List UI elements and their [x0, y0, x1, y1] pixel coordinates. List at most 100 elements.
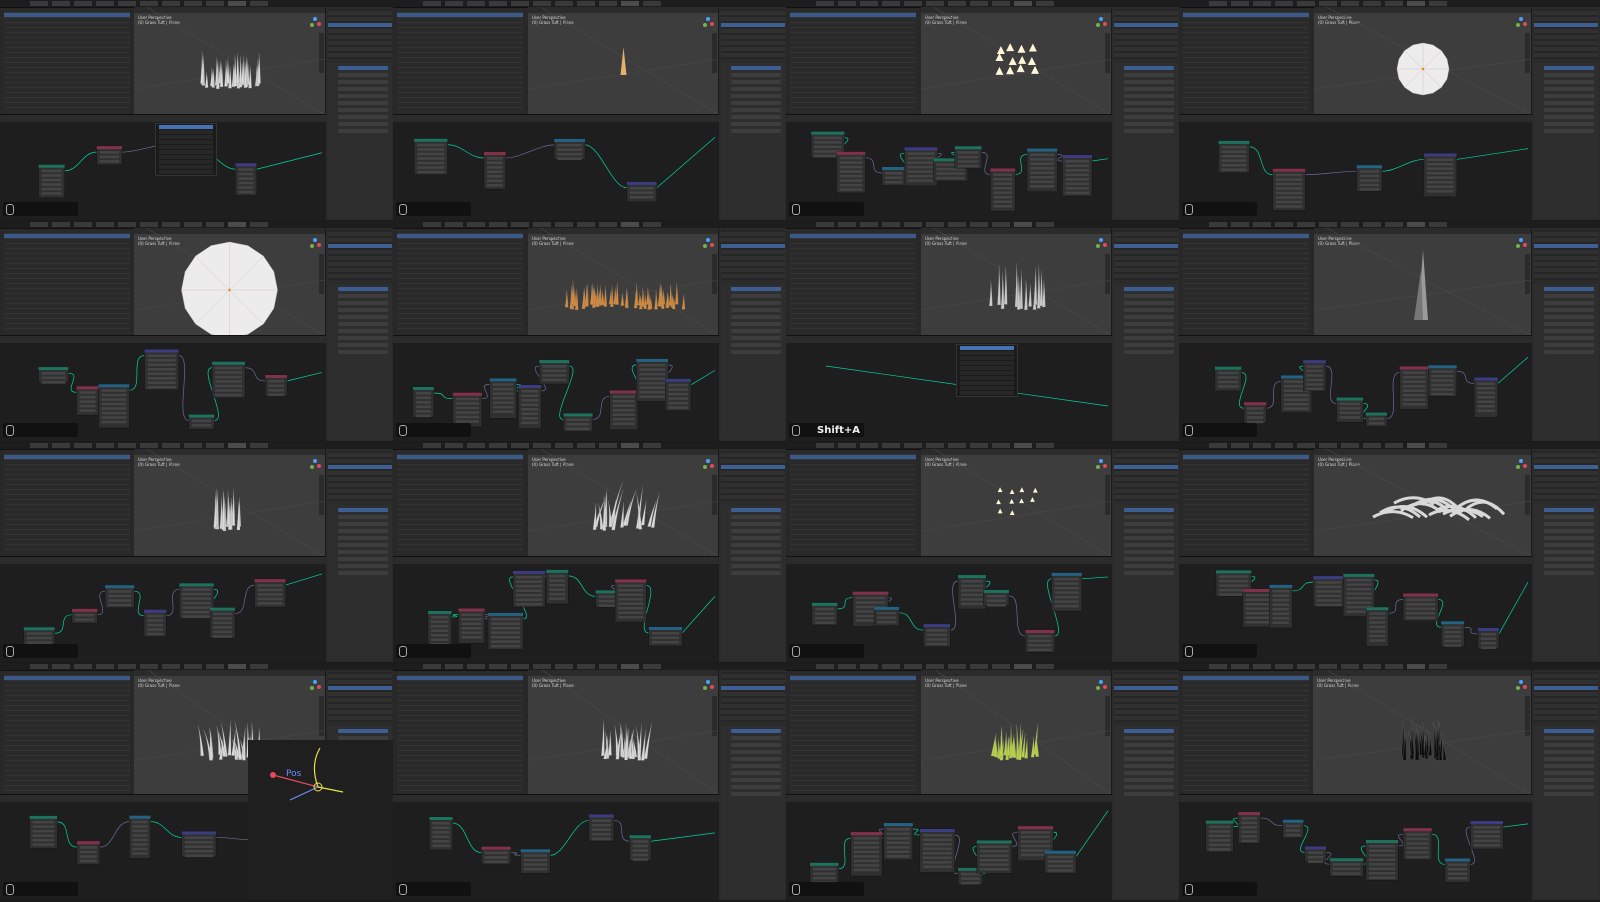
- node-socket-field[interactable]: [1444, 626, 1462, 629]
- node-header[interactable]: [648, 626, 683, 630]
- geometry-node-editor[interactable]: [1179, 794, 1532, 900]
- node-header[interactable]: [77, 841, 100, 845]
- node-header[interactable]: [427, 610, 452, 614]
- property-field[interactable]: [338, 308, 388, 312]
- node-socket-field[interactable]: [213, 617, 233, 620]
- node-socket-field[interactable]: [993, 186, 1013, 190]
- node-header[interactable]: [181, 831, 217, 835]
- node-link[interactable]: [912, 828, 920, 836]
- node-socket-field[interactable]: [1028, 635, 1052, 638]
- spreadsheet-row[interactable]: [1183, 786, 1309, 791]
- node-socket-field[interactable]: [839, 174, 863, 178]
- node[interactable]: [96, 145, 123, 165]
- node-socket-field[interactable]: [132, 834, 148, 837]
- geometry-node-editor[interactable]: [786, 556, 1112, 662]
- node-header[interactable]: [414, 138, 448, 142]
- node[interactable]: [209, 607, 236, 639]
- property-field[interactable]: [1124, 536, 1174, 540]
- property-field[interactable]: [1544, 343, 1594, 347]
- geometry-node-editor[interactable]: [393, 794, 719, 900]
- node-header[interactable]: [1329, 858, 1364, 862]
- workspace-tab[interactable]: [445, 664, 463, 669]
- workspace-tab[interactable]: [1341, 443, 1359, 448]
- node-header[interactable]: [1215, 570, 1252, 574]
- property-field[interactable]: [731, 287, 781, 291]
- outliner-item[interactable]: [328, 698, 392, 702]
- property-field[interactable]: [1124, 792, 1174, 796]
- node-socket-field[interactable]: [1480, 637, 1496, 641]
- node-socket-field[interactable]: [132, 838, 148, 842]
- node[interactable]: [76, 840, 101, 865]
- property-field[interactable]: [731, 757, 781, 761]
- node-socket-field[interactable]: [566, 422, 590, 426]
- node-socket-field[interactable]: [416, 391, 431, 395]
- node-socket-field[interactable]: [1406, 851, 1429, 854]
- node-socket-field[interactable]: [1306, 378, 1323, 382]
- node-socket-field[interactable]: [1368, 844, 1396, 848]
- outliner-item[interactable]: [1534, 483, 1598, 487]
- node-socket-field[interactable]: [542, 365, 567, 368]
- properties-sidebar[interactable]: [718, 449, 787, 662]
- node-header[interactable]: [1403, 593, 1439, 597]
- node-socket-field[interactable]: [432, 826, 450, 830]
- node[interactable]: [1304, 846, 1327, 863]
- node-header[interactable]: [98, 384, 130, 388]
- node[interactable]: [1356, 165, 1383, 192]
- workspace-tab[interactable]: [74, 1, 92, 6]
- node-socket-field[interactable]: [182, 592, 211, 596]
- node-socket-field[interactable]: [979, 845, 1009, 849]
- property-field[interactable]: [338, 301, 388, 305]
- node-socket-field[interactable]: [1426, 180, 1454, 184]
- node-socket-field[interactable]: [591, 823, 611, 827]
- node-link[interactable]: [837, 597, 853, 610]
- node-header[interactable]: [904, 147, 938, 151]
- node-socket-field[interactable]: [877, 611, 897, 615]
- outliner-item[interactable]: [1534, 17, 1598, 21]
- node-socket-field[interactable]: [936, 172, 965, 175]
- node-header[interactable]: [188, 414, 215, 418]
- workspace-tab[interactable]: [1407, 443, 1425, 448]
- node-socket-field[interactable]: [147, 376, 176, 380]
- node-link[interactable]: [1305, 170, 1357, 176]
- node[interactable]: [1242, 588, 1273, 628]
- node-link[interactable]: [285, 573, 323, 586]
- property-field[interactable]: [338, 729, 388, 733]
- node-socket-field[interactable]: [1426, 189, 1454, 193]
- node-header[interactable]: [1025, 630, 1055, 634]
- property-field[interactable]: [338, 350, 388, 354]
- node-link[interactable]: [245, 367, 266, 382]
- node-socket-field[interactable]: [417, 152, 445, 156]
- node-socket-field[interactable]: [432, 839, 450, 843]
- node[interactable]: [144, 349, 179, 390]
- workspace-tab[interactable]: [30, 222, 48, 227]
- property-field[interactable]: [1544, 515, 1594, 519]
- node-link[interactable]: [584, 144, 627, 189]
- node-socket-field[interactable]: [1477, 386, 1495, 390]
- node-socket-field[interactable]: [812, 872, 836, 875]
- node-link[interactable]: [129, 355, 145, 391]
- node-socket-field[interactable]: [492, 392, 514, 395]
- property-field[interactable]: [338, 294, 388, 298]
- outliner[interactable]: [328, 230, 392, 280]
- outliner-item[interactable]: [1114, 23, 1178, 27]
- node-socket-field[interactable]: [268, 393, 285, 397]
- outliner-item[interactable]: [721, 250, 785, 254]
- property-field[interactable]: [1124, 73, 1174, 77]
- workspace-tab[interactable]: [250, 222, 268, 227]
- node-socket-field[interactable]: [79, 400, 96, 403]
- node-socket-field[interactable]: [1208, 839, 1231, 842]
- node-socket-field[interactable]: [184, 849, 214, 853]
- property-field[interactable]: [338, 80, 388, 84]
- node-socket-field[interactable]: [1368, 422, 1385, 425]
- property-field[interactable]: [1544, 336, 1594, 340]
- node-socket-field[interactable]: [41, 178, 62, 182]
- node-link[interactable]: [57, 821, 78, 848]
- node-socket-field[interactable]: [1065, 178, 1090, 181]
- property-field[interactable]: [338, 329, 388, 333]
- node-socket-field[interactable]: [1275, 173, 1303, 177]
- node-socket-field[interactable]: [612, 404, 635, 408]
- node-socket-field[interactable]: [215, 384, 243, 388]
- node-link[interactable]: [287, 372, 323, 382]
- node-socket-field[interactable]: [668, 383, 688, 387]
- workspace-tab[interactable]: [860, 443, 878, 448]
